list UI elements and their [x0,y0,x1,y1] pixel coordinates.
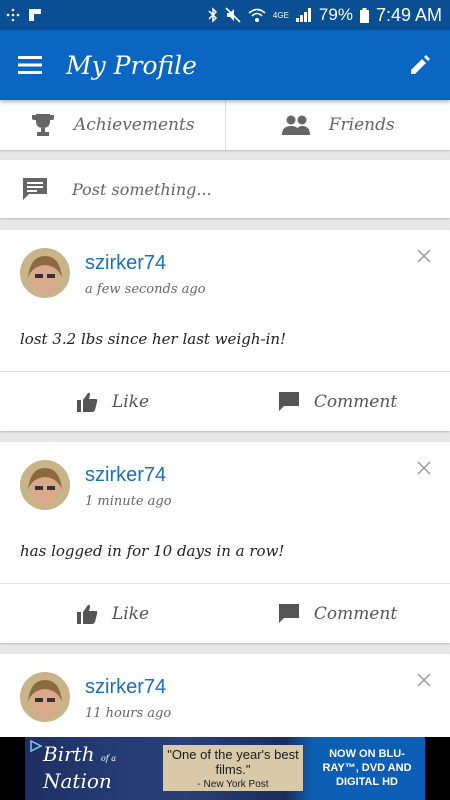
card-header: szirker74 1 minute ago [0,442,450,512]
avatar[interactable] [20,460,70,510]
wifi-icon [248,8,266,22]
feed-card: szirker74 1 minute ago has logged in for… [0,442,450,643]
status-bar: 4GE 79% 7:49 AM [0,0,450,30]
feed-card: szirker74 a few seconds ago lost 3.2 lbs… [0,230,450,431]
comment-label: Comment [313,391,398,412]
like-button[interactable]: Like [0,372,225,431]
card-actions: Like Comment [0,371,450,431]
status-left-icons [6,8,42,22]
close-icon[interactable] [416,672,432,688]
post-composer[interactable]: Post something... [0,160,450,218]
ad-title-small: of a [100,754,117,763]
post-username[interactable]: szirker74 [85,676,166,699]
ad-banner-container: Birth of a Nation "One of the year's bes… [0,737,450,800]
card-actions: Like Comment [0,583,450,643]
hamburger-menu-icon [18,56,42,74]
mute-icon [225,7,241,23]
profile-tabs: Achievements Friends [0,100,450,150]
close-icon[interactable] [416,460,432,476]
battery-icon [359,7,369,23]
ad-title-line1: Birth [43,742,95,766]
dots-grid-icon [6,8,20,22]
like-label: Like [111,391,150,412]
status-right-icons: 4GE 79% 7:49 AM [208,5,442,26]
ad-quote-source: - New York Post [197,779,269,790]
app-bar: My Profile [0,30,450,100]
thumbs-up-icon [76,392,98,412]
bluetooth-icon [208,7,217,23]
comment-button[interactable]: Comment [225,372,450,431]
post-timestamp: 1 minute ago [85,494,172,509]
composer-placeholder: Post something... [72,179,212,199]
avatar-image [20,672,70,722]
people-icon [281,115,310,135]
comment-icon [23,178,47,200]
ad-movie-title: Birth of a Nation [43,743,116,792]
menu-button[interactable] [0,30,60,100]
post-timestamp: 11 hours ago [85,706,172,721]
network-label: 4GE [272,10,289,20]
ad-quote-box: "One of the year's best films." - New Yo… [163,745,303,791]
trophy-icon [31,114,54,136]
comment-button[interactable]: Comment [225,584,450,643]
post-timestamp: a few seconds ago [85,282,206,297]
avatar-image [20,460,70,510]
pencil-icon [411,55,430,74]
edit-profile-button[interactable] [390,30,450,100]
tab-achievements-label: Achievements [73,115,195,135]
comment-bubble-icon [278,603,299,623]
like-button[interactable]: Like [0,584,225,643]
post-username[interactable]: szirker74 [85,464,166,487]
card-header: szirker74 a few seconds ago [0,230,450,300]
status-time: 7:49 AM [375,4,442,25]
tab-achievements[interactable]: Achievements [0,100,225,150]
comment-bubble-icon [278,391,299,411]
comment-label: Comment [313,603,398,624]
ad-cta-text: NOW ON BLU-RAY™, DVD AND DIGITAL HD [322,748,412,788]
ad-quote-text: "One of the year's best films." [167,747,299,777]
close-icon[interactable] [416,248,432,264]
post-username[interactable]: szirker74 [85,252,166,275]
post-text: lost 3.2 lbs since her last weigh-in! [20,330,287,348]
ad-choices-icon[interactable] [28,739,44,753]
tab-friends-label: Friends [328,115,395,135]
avatar-image [20,248,70,298]
signal-icon [295,8,311,22]
app-notification-icon [29,9,41,21]
card-header: szirker74 11 hours ago [0,654,450,724]
post-text: has logged in for 10 days in a row! [20,542,285,560]
avatar[interactable] [20,248,70,298]
ad-title-line2: Nation [43,769,112,793]
page-title: My Profile [66,50,197,80]
battery-percent: 79% [318,5,353,24]
thumbs-up-icon [76,604,98,624]
ad-banner[interactable]: Birth of a Nation "One of the year's bes… [25,737,425,800]
like-label: Like [111,603,150,624]
tab-friends[interactable]: Friends [224,100,450,150]
avatar[interactable] [20,672,70,722]
